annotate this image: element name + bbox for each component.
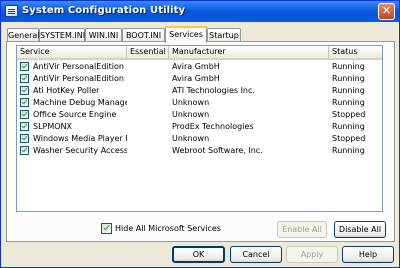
service-status: Running — [332, 74, 365, 83]
column-header-essential[interactable]: Essential — [127, 46, 169, 58]
hide-microsoft-services-label[interactable]: Hide All Microsoft Services — [115, 223, 221, 234]
service-status: Stopped — [332, 134, 366, 143]
cancel-button[interactable]: Cancel — [230, 246, 282, 263]
service-name: AntiVir PersonalEdition Cl... — [33, 62, 127, 71]
column-header-service[interactable]: Service — [17, 46, 127, 58]
disable-all-button[interactable]: Disable All — [334, 221, 386, 238]
service-checkbox[interactable] — [20, 134, 29, 143]
service-essential — [130, 73, 168, 85]
service-manufacturer: ProdEx Technologies — [172, 122, 254, 131]
list-header: Service Essential Manufacturer Status — [17, 46, 382, 60]
enable-all-button[interactable]: Enable All — [277, 221, 327, 238]
service-checkbox[interactable] — [20, 74, 29, 83]
service-checkbox[interactable] — [20, 122, 29, 131]
service-name: Windows Media Player N... — [33, 134, 127, 143]
tab-services[interactable]: Services — [165, 26, 207, 43]
table-row[interactable]: Machine Debug Manager Unknown Running — [17, 97, 382, 109]
column-header-status[interactable]: Status — [329, 46, 382, 58]
hide-microsoft-services-checkbox[interactable] — [101, 223, 112, 234]
tab-boot-ini[interactable]: BOOT.INI — [122, 28, 165, 42]
tab-system-ini[interactable]: SYSTEM.INI — [39, 28, 85, 42]
column-header-manufacturer[interactable]: Manufacturer — [169, 46, 329, 58]
table-row[interactable]: Ati HotKey Poller ATI Technologies Inc. … — [17, 85, 382, 97]
close-button[interactable]: ✕ — [378, 3, 395, 20]
service-status: Running — [332, 62, 365, 71]
service-essential — [130, 145, 168, 157]
table-row[interactable]: Windows Media Player N... Unknown Stoppe… — [17, 133, 382, 145]
service-name: SLPMONX — [33, 122, 73, 131]
table-row[interactable]: AntiVir PersonalEdition Cl... Avira GmbH… — [17, 61, 382, 73]
service-status: Running — [332, 146, 365, 155]
service-name: Ati HotKey Poller — [33, 86, 100, 95]
msconfig-app-icon — [5, 5, 18, 17]
service-manufacturer: ATI Technologies Inc. — [172, 86, 255, 95]
service-manufacturer: Webroot Software, Inc. — [172, 146, 263, 155]
ok-button[interactable]: OK — [172, 246, 225, 263]
help-button[interactable]: Help — [342, 246, 394, 263]
service-status: Running — [332, 98, 365, 107]
service-name: Washer Security Access — [33, 146, 127, 155]
service-checkbox[interactable] — [20, 86, 29, 95]
service-manufacturer: Unknown — [172, 110, 210, 119]
apply-button[interactable]: Apply — [286, 246, 338, 263]
tab-general[interactable]: General — [7, 28, 40, 42]
services-list[interactable]: Service Essential Manufacturer Status An… — [16, 45, 383, 212]
service-name: AntiVir PersonalEdition Cl... — [33, 74, 127, 83]
service-essential — [130, 109, 168, 121]
tab-win-ini[interactable]: WIN.INI — [85, 28, 122, 42]
service-essential — [130, 133, 168, 145]
service-checkbox[interactable] — [20, 146, 29, 155]
service-manufacturer: Unknown — [172, 134, 210, 143]
window-title: System Configuration Utility — [22, 5, 186, 16]
service-name: Office Source Engine — [33, 110, 117, 119]
service-status: Running — [332, 86, 365, 95]
service-status: Stopped — [332, 110, 366, 119]
service-checkbox[interactable] — [20, 110, 29, 119]
service-manufacturer: Avira GmbH — [172, 74, 220, 83]
table-row[interactable]: AntiVir PersonalEdition Cl... Avira GmbH… — [17, 73, 382, 85]
service-status: Running — [332, 122, 365, 131]
table-row[interactable]: SLPMONX ProdEx Technologies Running — [17, 121, 382, 133]
service-manufacturer: Avira GmbH — [172, 62, 220, 71]
system-config-window: System Configuration Utility ✕ General S… — [0, 0, 400, 268]
service-checkbox[interactable] — [20, 62, 29, 71]
service-checkbox[interactable] — [20, 98, 29, 107]
tab-startup[interactable]: Startup — [207, 28, 241, 42]
title-bar[interactable]: System Configuration Utility ✕ — [1, 1, 399, 22]
table-row[interactable]: Washer Security Access Webroot Software,… — [17, 145, 382, 157]
service-manufacturer: Unknown — [172, 98, 210, 107]
table-row[interactable]: Office Source Engine Unknown Stopped — [17, 109, 382, 121]
service-name: Machine Debug Manager — [33, 98, 127, 107]
service-essential — [130, 97, 168, 109]
service-essential — [130, 61, 168, 73]
service-essential — [130, 121, 168, 133]
service-essential — [130, 85, 168, 97]
